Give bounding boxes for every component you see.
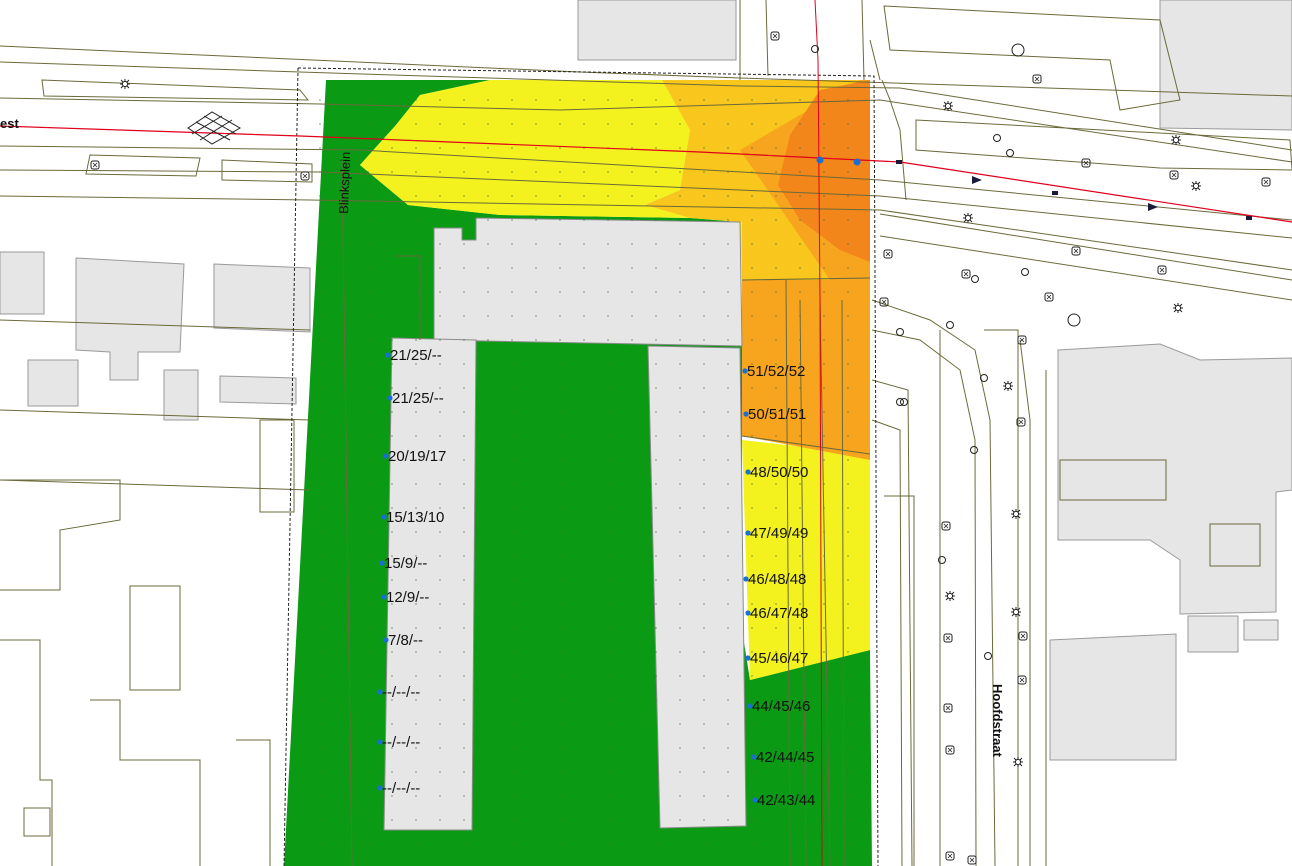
street-label-east: Hoofdstraat [990, 684, 1005, 758]
street-furniture-icon [1171, 172, 1177, 178]
street-furniture-icon [1019, 677, 1025, 683]
tree-icon [1012, 510, 1020, 518]
tree-icon [946, 592, 954, 600]
receiver-point-label: --/--/-- [382, 780, 420, 797]
lamp-post-icon [984, 652, 992, 660]
street-furniture-icon [947, 747, 953, 753]
info-sign-icon [1067, 313, 1081, 327]
street-furniture-icon [1159, 267, 1165, 273]
tree-icon [1174, 304, 1182, 312]
tree-icon [1004, 382, 1012, 390]
receiver-point-label: 42/44/45 [756, 749, 814, 766]
street-furniture-icon [945, 705, 951, 711]
receiver-point-label: 15/9/-- [384, 555, 427, 572]
noise-contour-map[interactable]: Blinksplein Hoofdstraat est 21/25/-- 21/2… [0, 0, 1292, 866]
receiver-point-label: 7/8/-- [388, 632, 423, 649]
street-furniture-icon [92, 162, 98, 168]
tree-icon [964, 214, 972, 222]
lamp-post-icon [993, 134, 1001, 142]
road-marker-icon [1246, 216, 1252, 220]
noise-source-icon [853, 158, 861, 166]
street-furniture-icon [1263, 179, 1269, 185]
info-sign-icon [1011, 43, 1025, 57]
street-furniture-icon [772, 33, 778, 39]
receiver-point-label: 42/43/44 [757, 792, 815, 809]
street-furniture-icon [1018, 419, 1024, 425]
receiver-point-label: 46/48/48 [748, 571, 806, 588]
road-marker-icon [896, 160, 902, 164]
street-furniture-icon [881, 299, 887, 305]
street-furniture-icon [302, 173, 308, 179]
street-furniture-icon [969, 857, 975, 863]
street-furniture-icon [1019, 337, 1025, 343]
road-marker-icon [1052, 191, 1058, 195]
tree-icon [1192, 182, 1200, 190]
tree-icon [1012, 608, 1020, 616]
map-canvas[interactable]: Blinksplein Hoofdstraat est 21/25/-- 21/2… [0, 0, 1292, 866]
street-furniture-icon [963, 271, 969, 277]
tree-icon [121, 80, 129, 88]
lamp-post-icon [1006, 149, 1014, 157]
receiver-point-label: 51/52/52 [747, 363, 805, 380]
lamp-post-icon [980, 374, 988, 382]
lamp-post-icon [971, 275, 979, 283]
receiver-point-label: 45/46/47 [750, 650, 808, 667]
receiver-point-label: 15/13/10 [386, 509, 444, 526]
receiver-point-label: 12/9/-- [386, 589, 429, 606]
street-label-west: Blinksplein [336, 151, 353, 214]
street-furniture-icon [945, 635, 951, 641]
street-furniture-icon [1073, 248, 1079, 254]
street-furniture-icon [1020, 633, 1026, 639]
lamp-post-icon [946, 321, 954, 329]
street-label-fragment: est [0, 116, 19, 131]
receiver-point-label: 21/25/-- [390, 347, 442, 364]
receiver-point-label: --/--/-- [382, 734, 420, 751]
receiver-point-label: --/--/-- [382, 684, 420, 701]
crosswalk-icon [187, 111, 242, 145]
direction-arrow-icon [972, 176, 982, 184]
receiver-point-label: 47/49/49 [750, 525, 808, 542]
receiver-point-label: 48/50/50 [750, 464, 808, 481]
receiver-point-label: 50/51/51 [748, 406, 806, 423]
noise-source-icon [816, 156, 824, 164]
direction-arrow-icon [1148, 203, 1158, 211]
street-furniture-icon [943, 523, 949, 529]
lamp-post-icon [1021, 268, 1029, 276]
street-furniture-icon [947, 853, 953, 859]
receiver-point-label: 44/45/46 [752, 698, 810, 715]
tree-icon [1172, 136, 1180, 144]
tree-icon [1014, 758, 1022, 766]
street-furniture-icon [1034, 76, 1040, 82]
receiver-point-label: 21/25/-- [392, 390, 444, 407]
lamp-post-icon [896, 328, 904, 336]
receiver-point-label: 46/47/48 [750, 605, 808, 622]
receiver-point-label: 20/19/17 [388, 448, 446, 465]
street-furniture-icon [1046, 294, 1052, 300]
street-furniture-icon [885, 251, 891, 257]
lamp-post-icon [970, 446, 978, 454]
tree-icon [944, 102, 952, 110]
